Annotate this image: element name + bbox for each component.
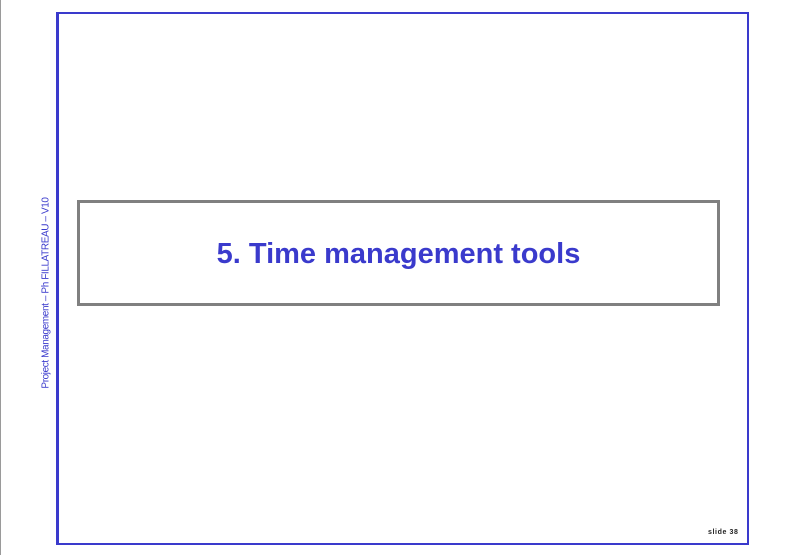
side-caption: Project Management – Ph FILLATREAU – V10 bbox=[40, 197, 52, 389]
title-box: 5. Time management tools bbox=[77, 200, 720, 306]
slide-number: slide 38 bbox=[708, 529, 739, 536]
slide-title: 5. Time management tools bbox=[216, 237, 581, 270]
window-left-edge bbox=[0, 0, 1, 555]
